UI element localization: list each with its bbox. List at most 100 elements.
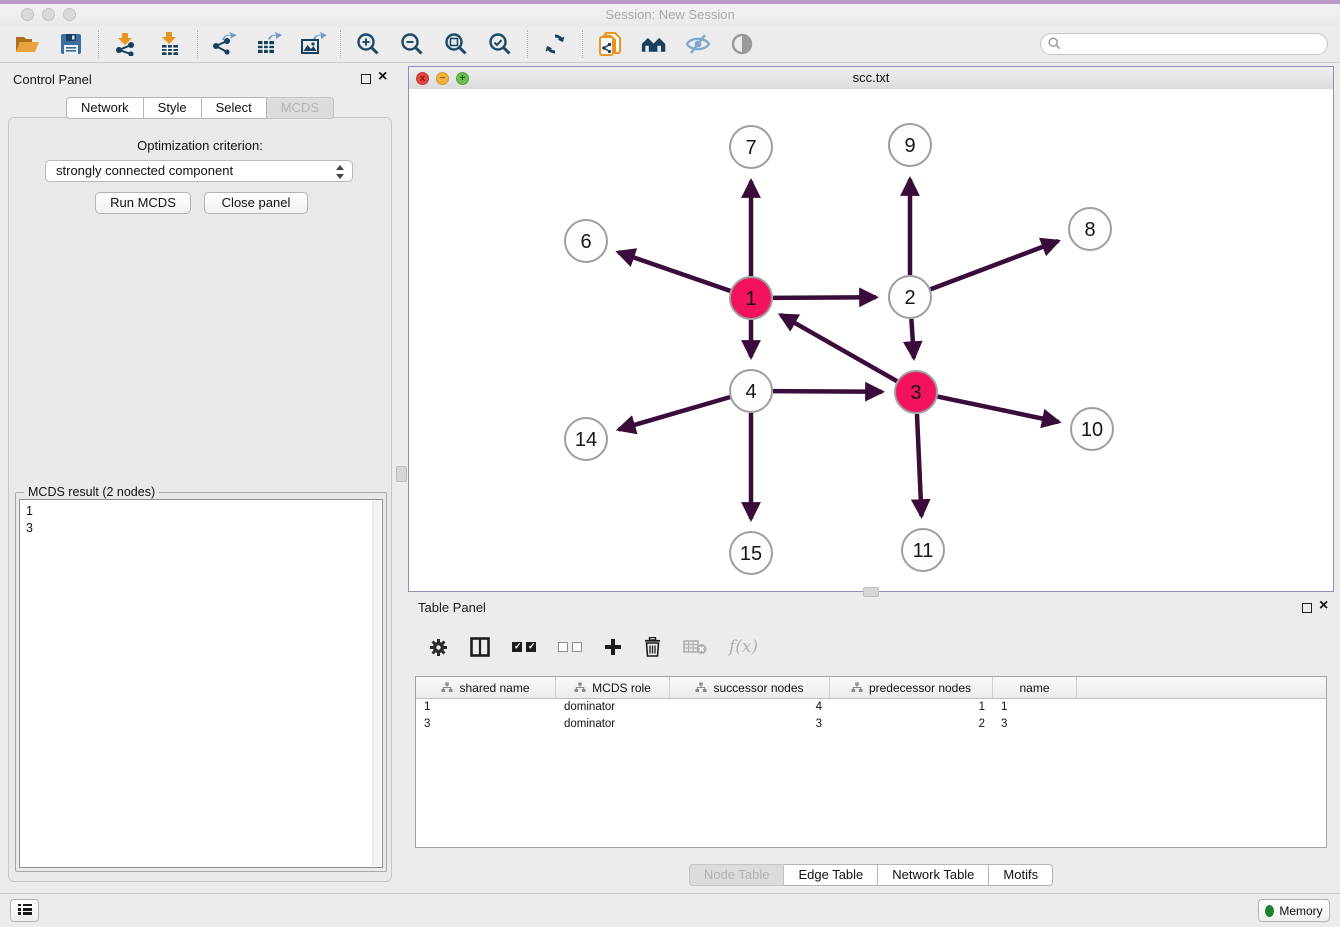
graph-edge-3-1[interactable] [781,315,897,381]
hierarchy-icon [695,682,707,693]
deselect-all-icon[interactable] [558,635,582,659]
network-window-titlebar[interactable]: x − + scc.txt [409,67,1333,90]
graph-edge-2-3[interactable] [911,319,913,358]
status-bar: Memory [0,893,1340,927]
graph-node-label: 3 [910,382,921,404]
control-panel-header: Control Panel [0,66,400,92]
run-mcds-button[interactable]: Run MCDS [95,192,191,214]
result-scrollbar[interactable] [372,501,381,866]
hierarchy-icon [574,682,586,693]
save-session-icon[interactable] [58,31,84,57]
search-icon [1048,37,1061,50]
tab-select[interactable]: Select [202,97,267,119]
app-titlebar: Session: New Session [0,4,1340,26]
graph-edge-3-10[interactable] [938,397,1059,422]
mcds-result-box[interactable]: 1 3 [19,499,383,868]
refresh-icon[interactable] [542,31,568,57]
graph-node-label: 7 [745,137,756,159]
graph-node-label: 8 [1084,219,1095,241]
zoom-selected-icon[interactable] [487,31,513,57]
graph-node-label: 6 [580,231,591,253]
vertical-splitter-grip[interactable] [396,466,407,482]
network-graph[interactable]: 7968124314101511 [409,89,1333,591]
import-table-icon[interactable] [157,31,183,57]
graph-edge-2-8[interactable] [931,241,1059,289]
tab-mcds[interactable]: MCDS [267,97,334,119]
graph-edge-1-6[interactable] [618,252,730,291]
column-header-successor-nodes[interactable]: successor nodes [670,677,830,698]
graph-node-label: 11 [913,540,934,562]
float-panel-icon[interactable] [361,74,371,84]
table-tabs: Node Table Edge Table Network Table Moti… [408,864,1334,886]
memory-label: Memory [1279,904,1322,918]
duplicate-network-icon[interactable] [597,31,623,57]
result-line: 3 [26,520,33,537]
close-panel-button[interactable]: Close panel [204,192,308,214]
graph-node-label: 1 [745,288,756,310]
table-row[interactable]: 1 dominator 4 1 1 [416,699,1326,716]
table-toolbar: f(x) [415,628,1327,666]
zoom-in-icon[interactable] [355,31,381,57]
graph-node-label: 4 [745,381,756,403]
mcds-result-title: MCDS result (2 nodes) [24,485,159,499]
show-columns-icon[interactable] [470,635,490,659]
open-session-icon[interactable] [14,31,40,57]
delete-row-icon[interactable] [644,635,661,659]
delete-table-icon[interactable] [683,635,707,659]
table-settings-icon[interactable] [429,635,448,659]
select-all-icon[interactable] [512,635,536,659]
graph-edge-4-14[interactable] [619,397,730,429]
main-toolbar [0,26,1340,63]
column-header-name[interactable]: name [993,677,1077,698]
table-float-icon[interactable] [1302,603,1312,613]
graph-node-label: 2 [904,287,915,309]
hierarchy-icon [851,682,863,693]
column-header-predecessor-nodes[interactable]: predecessor nodes [830,677,993,698]
table-panel-title: Table Panel [418,600,486,615]
search-input[interactable] [1040,33,1328,55]
zoom-out-icon[interactable] [399,31,425,57]
result-line: 1 [26,503,33,520]
level-of-detail-icon[interactable] [729,31,755,57]
memory-button[interactable]: Memory [1258,899,1330,922]
tab-style[interactable]: Style [144,97,202,119]
table-close-icon[interactable] [1319,598,1328,614]
search-field[interactable] [1040,33,1328,55]
criterion-value: strongly connected component [56,163,233,178]
table-header-row: shared name MCDS role successor nodes pr… [416,677,1326,699]
graph-edge-1-2[interactable] [773,297,876,298]
node-table[interactable]: shared name MCDS role successor nodes pr… [415,676,1327,848]
criterion-select[interactable]: strongly connected component [45,160,353,182]
tab-network-table[interactable]: Network Table [878,864,989,886]
app-title: Session: New Session [0,7,1340,22]
network-canvas[interactable]: 7968124314101511 [409,89,1333,591]
column-header-shared-name[interactable]: shared name [416,677,556,698]
graph-edge-4-3[interactable] [773,391,882,392]
close-panel-icon[interactable] [378,69,387,85]
column-header-mcds-role[interactable]: MCDS role [556,677,670,698]
import-network-icon[interactable] [113,31,139,57]
tab-node-table[interactable]: Node Table [689,864,785,886]
graph-node-label: 15 [740,543,762,565]
table-row[interactable]: 3 dominator 3 2 3 [416,716,1326,733]
first-neighbors-icon[interactable] [641,31,667,57]
graph-node-label: 10 [1081,419,1103,441]
tab-edge-table[interactable]: Edge Table [784,864,878,886]
export-table-icon[interactable] [256,31,282,57]
add-row-icon[interactable] [604,635,622,659]
optimization-criterion-label: Optimization criterion: [9,138,391,153]
mcds-tab-content: Optimization criterion: strongly connect… [8,117,392,882]
tab-network[interactable]: Network [66,97,144,119]
function-builder-icon[interactable]: f(x) [729,635,758,659]
graph-edge-3-11[interactable] [917,414,922,516]
task-history-button[interactable] [10,899,39,922]
tab-motifs[interactable]: Motifs [989,864,1053,886]
show-hide-icon[interactable] [685,31,711,57]
memory-status-icon [1265,905,1274,917]
list-icon [18,904,32,917]
table-panel: Table Panel f(x) sh [408,596,1334,890]
zoom-fit-icon[interactable] [443,31,469,57]
hierarchy-icon [441,682,453,693]
export-image-icon[interactable] [300,31,326,57]
export-network-icon[interactable] [212,31,238,57]
